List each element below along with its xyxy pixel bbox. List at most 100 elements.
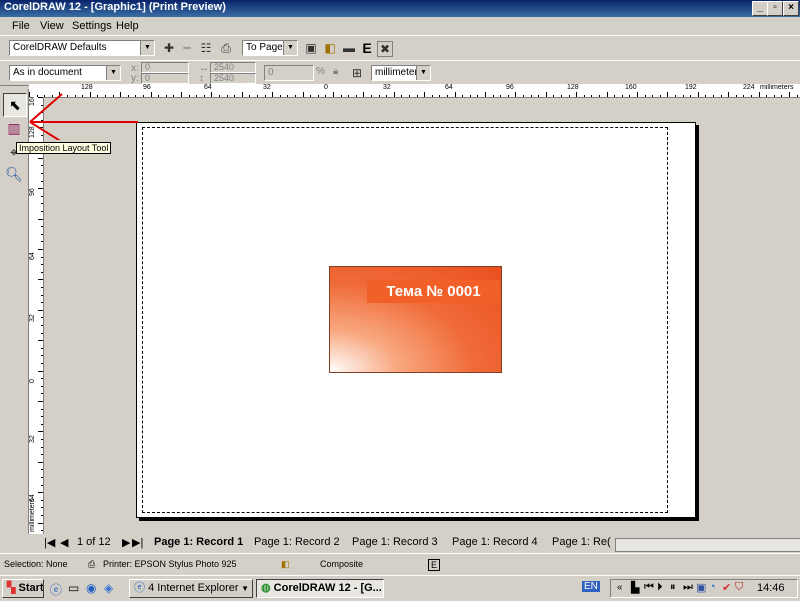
fit-dropdown[interactable]: To Page ▼	[242, 40, 298, 56]
preset-dropdown[interactable]: CorelDRAW Defaults ▼	[9, 40, 155, 56]
ruler-tick	[38, 431, 43, 433]
print-preview-toolbar: CorelDRAW Defaults ▼ ✚ ━ ☷ ⎙ To Page ▼ ▣…	[0, 35, 800, 61]
ruler-tick-label: 0	[29, 379, 36, 383]
system-tray: « ▙ ⏮ ⏵ ⏸ ⏭ ▣ ◔ ✔ ⛉ 14:46	[610, 579, 798, 598]
page-tabs-scrollbar[interactable]	[615, 538, 800, 552]
menu-settings[interactable]: Settings	[72, 20, 112, 32]
ruler-tick	[568, 95, 570, 97]
graphic-object[interactable]: Тема № 0001	[329, 266, 502, 373]
ruler-tick	[348, 95, 350, 97]
ruler-tick	[621, 95, 623, 97]
x-field[interactable]: 0	[141, 62, 189, 73]
full-screen-icon[interactable]: ▣	[302, 39, 320, 57]
chevron-down-icon: ▼	[140, 41, 154, 55]
scale-field[interactable]: 0	[264, 65, 314, 81]
ruler-tick-label: 64	[204, 84, 212, 91]
position-mode-dropdown[interactable]: As in document ▼	[9, 65, 121, 81]
page-tab[interactable]: Page 1: Re(	[552, 536, 611, 548]
ruler-tick	[393, 92, 395, 97]
tray-app-icon-1[interactable]: ▙	[631, 581, 639, 594]
tray-media-pause-icon[interactable]: ⏸	[670, 581, 676, 594]
media-quicklaunch-icon[interactable]: ◉	[86, 581, 96, 595]
ie-quicklaunch-icon[interactable]: ⓔ	[50, 581, 62, 598]
add-preset-icon[interactable]: ✚	[160, 39, 178, 57]
ruler-tick	[41, 446, 43, 448]
ruler-tick	[378, 95, 380, 97]
ruler-tick	[257, 95, 258, 97]
page-tab[interactable]: Page 1: Record 3	[352, 536, 438, 548]
center-icon[interactable]: ⊞	[348, 64, 366, 82]
taskbar-ie-group[interactable]: ⓔ 4 Internet Explorer ▼	[129, 579, 253, 598]
ruler-tick	[454, 92, 456, 97]
ruler-tick-label: 160	[625, 84, 637, 91]
previous-page-icon[interactable]: ◀	[60, 536, 68, 549]
ruler-tick	[41, 484, 43, 486]
next-page-icon[interactable]: ▶	[122, 536, 130, 549]
tray-antivirus-icon[interactable]: ✔	[722, 581, 731, 594]
separations-icon[interactable]: ◧	[321, 39, 339, 57]
explorer-quicklaunch-icon[interactable]: ◈	[104, 581, 113, 595]
status-bar: Selection: None ⎙ Printer: EPSON Stylus …	[0, 553, 800, 576]
zoom-tool-icon[interactable]: 🔍︎	[3, 163, 25, 185]
tray-shield-icon[interactable]: ⛉	[735, 581, 743, 594]
tray-expand-icon[interactable]: «	[617, 582, 623, 593]
print-icon[interactable]: ⎙	[217, 39, 235, 57]
menu-view[interactable]: View	[40, 20, 64, 32]
ruler-tick	[38, 188, 43, 190]
print-options-icon[interactable]: ☷	[197, 39, 215, 57]
ruler-tick-label: 192	[685, 84, 697, 91]
desktop-quicklaunch-icon[interactable]: ▭	[68, 581, 79, 595]
page-tab[interactable]: Page 1: Record 4	[452, 536, 538, 548]
color-mode-status: Composite	[320, 559, 364, 569]
ruler-tick	[41, 287, 43, 288]
ruler-tick	[773, 95, 775, 97]
tray-help-icon[interactable]: ◔	[709, 581, 716, 593]
ruler-tick	[545, 92, 547, 97]
invert-icon[interactable]: ▬	[340, 39, 358, 57]
ruler-tick	[583, 95, 585, 97]
tray-media-next-icon[interactable]: ⏭	[683, 581, 693, 594]
minimize-button[interactable]: _	[752, 1, 768, 16]
ruler-tick	[561, 95, 562, 97]
y-field[interactable]: 0	[141, 73, 189, 84]
ruler-tick	[789, 92, 790, 97]
close-button[interactable]: ×	[783, 1, 799, 16]
e-status-icon: E	[428, 559, 441, 571]
menu-help[interactable]: Help	[116, 20, 139, 32]
height-field[interactable]: 2540	[210, 73, 256, 84]
ruler-tick	[41, 195, 43, 197]
remove-preset-icon[interactable]: ━	[178, 39, 196, 57]
ruler-tick	[507, 95, 509, 97]
last-page-icon[interactable]: ▶|	[132, 536, 143, 549]
chevron-down-icon: ▼	[106, 66, 120, 80]
ruler-tick	[796, 95, 798, 97]
close-preview-icon[interactable]: ✖	[377, 41, 393, 57]
units-dropdown[interactable]: millimeters ▼	[371, 65, 431, 81]
printer-status: Printer: EPSON Stylus Photo 925	[103, 559, 237, 569]
ruler-tick	[41, 393, 43, 395]
tool-tooltip: Imposition Layout Tool	[16, 142, 112, 154]
page-tab[interactable]: Page 1: Record 2	[254, 536, 340, 548]
ruler-tick	[41, 477, 43, 478]
ruler-tick	[41, 423, 43, 425]
tray-network-icon[interactable]: ▣	[696, 581, 706, 594]
language-indicator[interactable]: EN	[582, 581, 600, 592]
ruler-tick	[38, 249, 43, 250]
width-field[interactable]: 2540	[210, 62, 256, 73]
tray-media-prev-icon[interactable]: ⏮	[644, 581, 654, 594]
tray-media-play-icon[interactable]: ⏵	[657, 581, 663, 594]
menu-bar: File View Settings Help	[0, 17, 800, 35]
start-button[interactable]: ▚ Start	[2, 579, 44, 598]
taskbar-coreldraw[interactable]: ◍ CorelDRAW 12 - [G...	[256, 579, 384, 598]
ruler-tick	[538, 95, 540, 97]
ruler-tick	[41, 385, 43, 387]
lock-icon[interactable]: 🔒︎	[333, 66, 338, 77]
ruler-tick	[614, 95, 616, 97]
ruler-tick	[41, 317, 43, 319]
menu-file[interactable]: File	[12, 20, 30, 32]
restore-button[interactable]: ▫	[767, 1, 783, 16]
first-page-icon[interactable]: |◀	[44, 536, 55, 549]
vertical-ruler[interactable]: 160 128 96 64 32 0 32 64 millimeters	[29, 97, 44, 534]
page-tab[interactable]: Page 1: Record 1	[154, 536, 243, 548]
e-button[interactable]: E	[358, 39, 376, 57]
